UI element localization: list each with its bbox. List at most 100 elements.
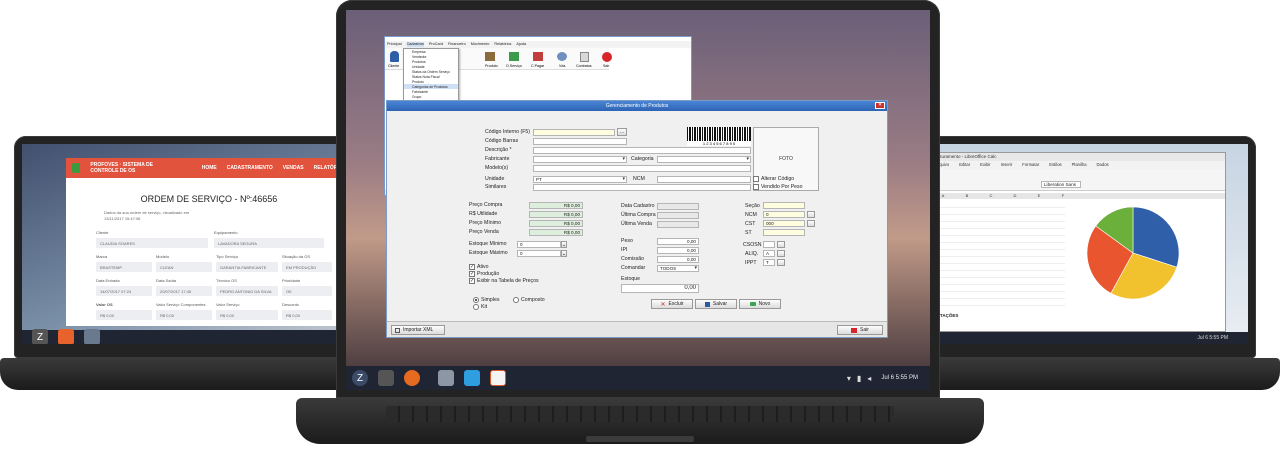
- producao-checkbox[interactable]: ✓: [469, 271, 475, 277]
- zorin-start-icon[interactable]: Z: [352, 370, 368, 386]
- contract-icon[interactable]: [580, 52, 589, 62]
- descricao-input[interactable]: [533, 147, 751, 154]
- cst-input[interactable]: 000: [763, 220, 805, 227]
- document-icon[interactable]: [490, 370, 506, 386]
- os-field[interactable]: R$ 0,00: [156, 310, 212, 320]
- dropdown-item[interactable]: Status da Ordem Serviço: [404, 69, 458, 74]
- close-icon[interactable]: ✕: [875, 102, 885, 109]
- os-field[interactable]: EM PRODUÇÃO: [282, 262, 332, 272]
- os-field[interactable]: GARANTIA FABRICANTE: [216, 262, 278, 272]
- calc-menu[interactable]: Editar: [959, 162, 970, 168]
- menu-item[interactable]: Principal: [387, 42, 402, 47]
- os-nav-home[interactable]: HOME: [202, 165, 217, 171]
- exibir-tabela-checkbox[interactable]: ✓: [469, 278, 475, 284]
- wifi-icon[interactable]: ▾: [847, 374, 851, 383]
- menu-item[interactable]: ProCard: [429, 42, 443, 47]
- preco-minimo-input[interactable]: R$ 0,00: [529, 220, 583, 227]
- os-field[interactable]: CLAUDIA SOARES: [96, 238, 208, 248]
- novo-button[interactable]: Novo: [739, 299, 781, 309]
- estoque-input[interactable]: 0,00: [621, 284, 699, 293]
- menu-item[interactable]: Ajuda: [516, 42, 526, 47]
- csosn-lookup-button[interactable]: [777, 241, 785, 248]
- st-input[interactable]: [763, 229, 805, 236]
- os-field[interactable]: R$ 0,00: [96, 310, 152, 320]
- calc-grid[interactable]: [935, 201, 1065, 311]
- battery-icon[interactable]: ▮: [857, 374, 861, 383]
- ativo-checkbox[interactable]: ✓: [469, 264, 475, 270]
- window-icon[interactable]: [378, 370, 394, 386]
- alterar-codigo-checkbox[interactable]: [753, 176, 759, 182]
- calc-menu[interactable]: Dados: [1097, 162, 1109, 168]
- ipi-input[interactable]: 0,00: [657, 247, 699, 254]
- codigo-interno-input[interactable]: [533, 129, 615, 136]
- os-field[interactable]: CLEAN: [156, 262, 212, 272]
- sale-icon[interactable]: [557, 52, 567, 61]
- ncm-lookup-button[interactable]: [807, 211, 815, 218]
- os-field[interactable]: BRASTEMP: [96, 262, 152, 272]
- cst-lookup-button[interactable]: [807, 220, 815, 227]
- ippt-lookup-button[interactable]: [777, 259, 785, 266]
- aliq-input[interactable]: A: [763, 250, 775, 257]
- menu-item[interactable]: Cadastros: [406, 42, 424, 47]
- os-field[interactable]: OK: [282, 286, 332, 296]
- preco-compra-input[interactable]: R$ 0,00: [529, 202, 583, 209]
- excluir-button[interactable]: ✕ Excluir: [651, 299, 693, 309]
- box-icon[interactable]: [485, 52, 495, 61]
- clock[interactable]: Jul 6 5:55 PM: [881, 375, 918, 381]
- ncm-input[interactable]: [657, 176, 751, 183]
- volume-icon[interactable]: ◂: [867, 374, 871, 383]
- os-field[interactable]: 14/07/2017 07:24: [96, 286, 152, 296]
- firefox-icon[interactable]: [404, 370, 420, 386]
- col-header[interactable]: E: [1027, 193, 1051, 199]
- os-field[interactable]: R$ 0,00: [216, 310, 278, 320]
- salvar-button[interactable]: Salvar: [695, 299, 737, 309]
- kit-radio[interactable]: [473, 304, 479, 310]
- csosn-input[interactable]: [763, 241, 775, 248]
- ncm2-input[interactable]: 0: [763, 211, 805, 218]
- ippt-input[interactable]: T: [763, 259, 775, 266]
- store-icon[interactable]: [464, 370, 480, 386]
- exit-icon[interactable]: [602, 52, 612, 62]
- files-icon[interactable]: [84, 329, 100, 344]
- os-nav-cadastro[interactable]: CADASTRAMENTO: [227, 165, 273, 171]
- estoque-minimo-input[interactable]: 0: [517, 241, 561, 248]
- importar-xml-button[interactable]: Importar XML: [391, 325, 445, 335]
- rs-utilidade-input[interactable]: R$ 0,00: [529, 211, 583, 218]
- estoque-maximo-input[interactable]: 0: [517, 250, 561, 257]
- modelo-input[interactable]: [533, 165, 751, 172]
- categoria-select[interactable]: [657, 156, 751, 163]
- calc-menu[interactable]: Exibir: [980, 162, 990, 168]
- col-header[interactable]: D: [1003, 193, 1027, 199]
- user-icon[interactable]: [390, 51, 399, 62]
- service-icon[interactable]: [509, 52, 519, 61]
- os-field[interactable]: PEDRO ANTONIO DA SILVA: [216, 286, 278, 296]
- col-header[interactable]: B: [955, 193, 979, 199]
- menu-item[interactable]: Movimento: [471, 42, 490, 47]
- calc-menu[interactable]: Inserir: [1001, 162, 1013, 168]
- payment-icon[interactable]: [533, 52, 543, 61]
- estoque-minimo-spin[interactable]: ▴: [561, 241, 567, 248]
- simples-radio[interactable]: [473, 297, 479, 303]
- font-name-box[interactable]: Liberation Sans: [1041, 181, 1081, 188]
- aliq-lookup-button[interactable]: [777, 250, 785, 257]
- search-code-button[interactable]: …: [617, 128, 627, 136]
- sair-button[interactable]: Sair: [837, 325, 883, 335]
- os-field[interactable]: R$ 0,00: [282, 310, 332, 320]
- col-header[interactable]: C: [979, 193, 1003, 199]
- start-icon[interactable]: Z: [32, 329, 48, 344]
- os-nav-vendas[interactable]: VENDAS: [283, 165, 304, 171]
- os-field[interactable]: 20/07/2017 17:45: [156, 286, 212, 296]
- files-icon[interactable]: [438, 370, 454, 386]
- secao-input[interactable]: [763, 202, 805, 209]
- preco-venda-input[interactable]: R$ 0,00: [529, 229, 583, 236]
- estoque-maximo-spin[interactable]: ▴: [561, 250, 567, 257]
- vendido-peso-checkbox[interactable]: [753, 184, 759, 190]
- calc-menu[interactable]: Planilha: [1072, 162, 1087, 168]
- menu-item[interactable]: Financeiro: [448, 42, 466, 47]
- browser-icon[interactable]: [58, 329, 74, 344]
- composto-radio[interactable]: [513, 297, 519, 303]
- fabricante-select[interactable]: [533, 156, 627, 163]
- menu-item[interactable]: Relatórios: [494, 42, 511, 47]
- comandar-select[interactable]: TODOS: [657, 265, 699, 272]
- similares-input[interactable]: [533, 184, 751, 191]
